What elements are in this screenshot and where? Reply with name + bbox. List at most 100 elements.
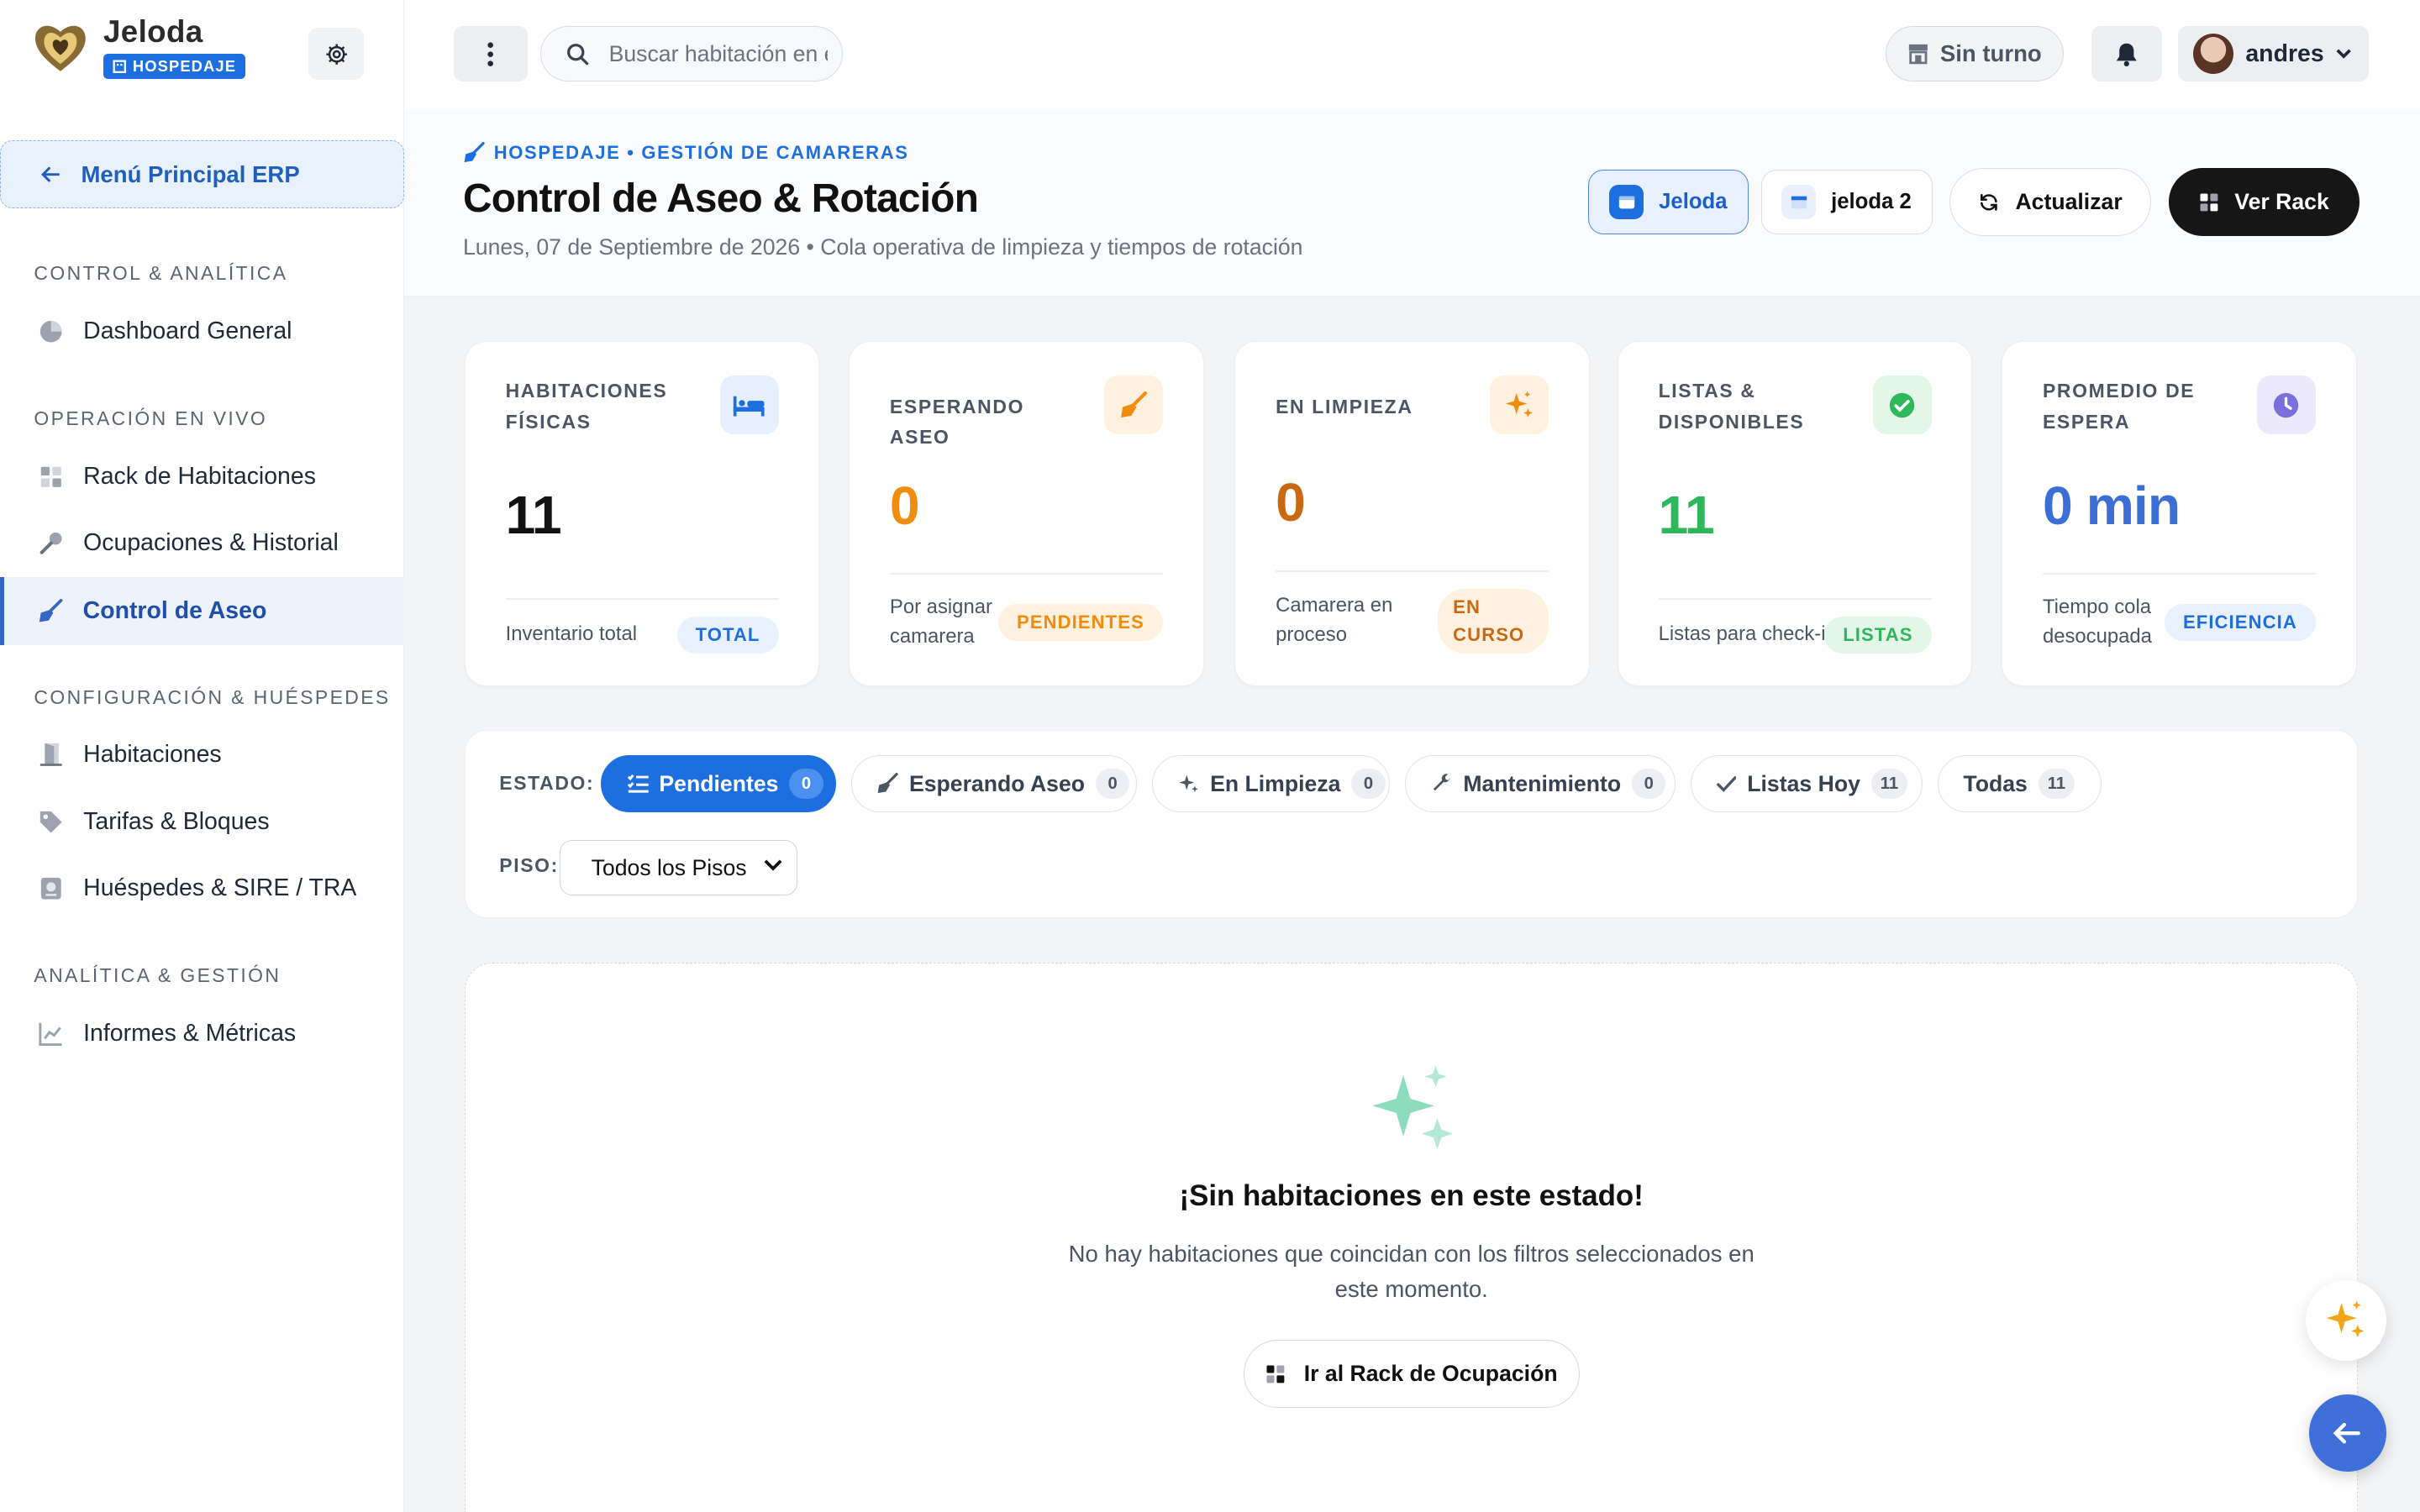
notifications-button[interactable] [2091, 26, 2163, 82]
section-control-analitica: CONTROL & ANALÍTICA [34, 262, 288, 285]
status-badge: EFICIENCIA [2164, 604, 2316, 642]
search-input[interactable] [608, 40, 829, 67]
broom-icon [464, 142, 485, 163]
hotel-icon [1781, 185, 1816, 219]
section-analitica-gestion: ANALÍTICA & GESTIÓN [34, 963, 281, 986]
user-name: andres [2245, 39, 2324, 67]
stat-label: PROMEDIO DE ESPERA [2042, 380, 2196, 433]
chip-label: En Limpieza [1210, 770, 1341, 796]
view-rack-button[interactable]: Ver Rack [2168, 168, 2360, 236]
hotel-selector-jeloda-2[interactable]: jeloda 2 [1760, 170, 1933, 235]
topbar: Sin turno andres [404, 0, 2420, 108]
filters-panel: ESTADO: Pendientes 0 Esperando Aseo 0 En… [464, 729, 2359, 918]
stat-foot: Tiempo cola desocupada [2042, 596, 2152, 648]
floor-filter-label: PISO: [499, 853, 559, 876]
chip-count: 11 [1870, 768, 1908, 800]
chart-icon [37, 1020, 65, 1047]
sidebar-item-huespedes[interactable]: Huéspedes & SIRE / TRA [0, 855, 404, 923]
ai-assistant-button[interactable] [2306, 1280, 2386, 1361]
brand[interactable]: Jeloda HOSPEDAJE [31, 14, 246, 80]
stat-value: 11 [505, 484, 562, 545]
hotel-selector-jeloda[interactable]: Jeloda [1587, 170, 1749, 235]
clock-icon [2257, 375, 2316, 435]
status-badge: LISTAS [1824, 616, 1932, 654]
status-badge: TOTAL [676, 616, 779, 654]
search-icon [567, 43, 589, 65]
main-menu-button[interactable]: Menú Principal ERP [0, 140, 405, 208]
stat-foot: Inventario total [505, 622, 638, 645]
sidebar-item-label: Habitaciones [83, 740, 222, 768]
back-button[interactable] [2308, 1394, 2386, 1473]
filter-chip-esperando-aseo[interactable]: Esperando Aseo 0 [851, 755, 1137, 813]
refresh-label: Actualizar [2015, 189, 2123, 215]
stat-card-promedio-espera: PROMEDIO DE ESPERA 0 min Tiempo cola des… [2002, 340, 2357, 687]
hotel-label: Jeloda [1659, 190, 1728, 214]
sidebar-item-label: Tarifas & Bloques [83, 808, 270, 836]
sidebar-item-habitaciones[interactable]: Habitaciones [0, 721, 404, 789]
empty-description: No hay habitaciones que coincidan con lo… [1068, 1241, 1754, 1303]
sidebar-item-ocupaciones[interactable]: Ocupaciones & Historial [0, 509, 404, 577]
sidebar-item-informes[interactable]: Informes & Métricas [0, 1000, 404, 1068]
sidebar-item-rack[interactable]: Rack de Habitaciones [0, 443, 404, 511]
tag-icon [37, 808, 65, 836]
shift-label: Sin turno [1939, 40, 2042, 67]
refresh-button[interactable]: Actualizar [1949, 168, 2152, 236]
sidebar-item-dashboard[interactable]: Dashboard General [0, 297, 404, 365]
shift-button[interactable]: Sin turno [1886, 26, 2064, 82]
store-icon [1909, 45, 1928, 65]
floor-select[interactable]: Todos los Pisos [559, 840, 797, 896]
stat-value: 0 [889, 475, 920, 536]
sparkles-icon [1490, 375, 1549, 435]
chip-label: Listas Hoy [1747, 770, 1860, 796]
filter-chip-listas-hoy[interactable]: Listas Hoy 11 [1691, 755, 1923, 813]
sidebar-item-label: Control de Aseo [82, 596, 267, 624]
section-operacion: OPERACIÓN EN VIVO [34, 407, 268, 429]
chevron-down-icon [764, 859, 782, 871]
stat-label: ESPERANDO ASEO [889, 395, 1025, 449]
stat-foot: Camarera en proceso [1276, 594, 1393, 647]
filter-chip-mantenimiento[interactable]: Mantenimiento 0 [1405, 755, 1676, 813]
chip-count: 11 [2038, 768, 2075, 800]
brand-name: Jeloda [103, 14, 203, 50]
filter-chip-pendientes[interactable]: Pendientes 0 [601, 755, 836, 813]
pie-chart-icon [37, 318, 65, 345]
app-root: Jeloda HOSPEDAJE Menú Principal ERP CONT… [0, 0, 2420, 1512]
divider [1276, 570, 1549, 572]
chevron-down-icon [2336, 49, 2352, 59]
status-badge: PENDIENTES [997, 604, 1163, 642]
empty-state: ¡Sin habitaciones en este estado! No hay… [464, 963, 2359, 1512]
gear-icon [326, 44, 347, 65]
status-badge: EN CURSO [1437, 588, 1549, 654]
stat-card-esperando-aseo: ESPERANDO ASEO 0 Por asignar camarera PE… [849, 340, 1204, 687]
sidebar-item-control-aseo[interactable]: Control de Aseo [0, 576, 405, 645]
search-box[interactable] [539, 26, 843, 82]
bed-icon [719, 375, 779, 435]
page-subtitle: Lunes, 07 de Septiembre de 2026 • Cola o… [462, 234, 1303, 260]
sparkles-icon [1372, 1065, 1454, 1149]
bell-icon [2116, 43, 2137, 66]
filter-chip-en-limpieza[interactable]: En Limpieza 0 [1152, 755, 1391, 813]
sparkles-icon [2326, 1301, 2365, 1338]
stat-value: 0 [1276, 472, 1306, 533]
divider [505, 597, 779, 600]
go-to-rack-button[interactable]: Ir al Rack de Ocupación [1243, 1340, 1580, 1409]
sidebar-item-tarifas[interactable]: Tarifas & Bloques [0, 789, 404, 857]
settings-button[interactable] [308, 28, 365, 81]
wrench-icon [1433, 774, 1450, 791]
check-circle-icon [1872, 375, 1932, 435]
chip-label: Pendientes [659, 770, 779, 796]
grid-icon [1266, 1365, 1285, 1383]
broom-icon [1104, 375, 1163, 435]
sparkles-icon [1178, 774, 1198, 793]
passport-icon [37, 874, 65, 902]
chip-label: Esperando Aseo [908, 770, 1086, 796]
page-title: Control de Aseo & Rotación [462, 176, 979, 222]
stat-card-habitaciones: HABITACIONES FÍSICAS 11 Inventario total… [464, 340, 820, 687]
filter-chip-todas[interactable]: Todas 11 [1938, 755, 2102, 813]
more-menu-button[interactable] [453, 26, 529, 82]
user-menu-button[interactable]: andres [2177, 26, 2370, 82]
broom-icon [877, 773, 899, 794]
divider [1658, 597, 1932, 600]
arrow-left-icon [2333, 1422, 2361, 1444]
hotel-icon [1609, 185, 1644, 219]
